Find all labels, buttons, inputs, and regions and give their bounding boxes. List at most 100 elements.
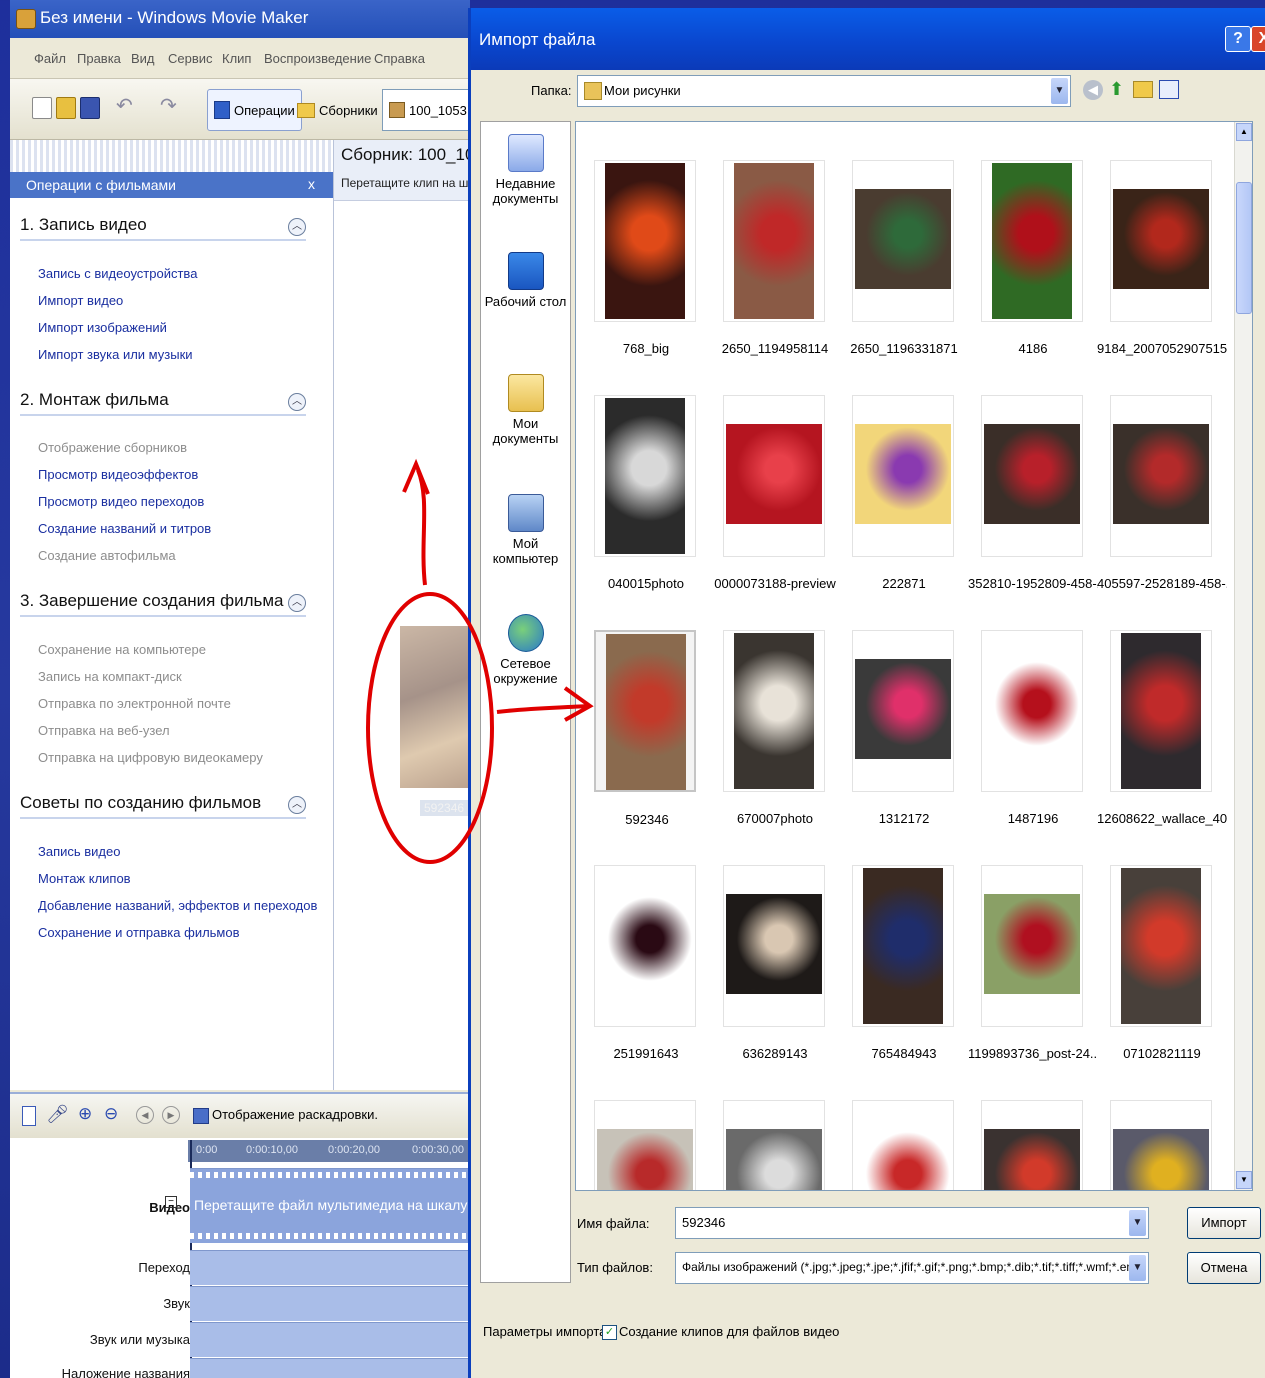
- file-768-big[interactable]: 768_big: [594, 160, 696, 356]
- task-view-transitions[interactable]: Просмотр видео переходов: [38, 494, 204, 509]
- collapse-finish-icon[interactable]: ︿: [288, 594, 306, 612]
- file-636289143[interactable]: 636289143: [723, 865, 825, 1061]
- zoom-in-icon[interactable]: ⊕: [78, 1104, 92, 1124]
- filetype-select[interactable]: Файлы изображений (*.jpg;*.jpeg;*.jpe;*.…: [675, 1252, 1149, 1284]
- task-pane-close-button[interactable]: x: [308, 176, 315, 192]
- file-07102821119[interactable]: 07102821119: [1110, 865, 1212, 1061]
- section-title-finish[interactable]: 3. Завершение создания фильма: [20, 591, 306, 617]
- video-track[interactable]: Перетащите файл мультимедиа на шкалу вр: [190, 1168, 470, 1243]
- file-592346[interactable]: 592346: [594, 630, 696, 827]
- menu-clip[interactable]: Клип: [222, 51, 251, 66]
- storyboard-view-label[interactable]: Отображение раскадровки.: [212, 1107, 378, 1122]
- file-0000073188-preview[interactable]: 0000073188-preview: [714, 395, 836, 591]
- folder-select[interactable]: Мои рисунки ▼: [577, 75, 1071, 107]
- file-040015photo[interactable]: 040015photo: [594, 395, 696, 591]
- file-2650-1196331871[interactable]: 2650_1196331871: [850, 160, 958, 356]
- file-9184[interactable]: 9184_20070529075155: [1097, 160, 1227, 356]
- new-folder-icon[interactable]: [1133, 81, 1153, 98]
- dialog-titlebar[interactable]: Импорт файла ? X: [471, 8, 1265, 70]
- task-import-audio[interactable]: Импорт звука или музыки: [38, 347, 193, 362]
- zoom-out-icon[interactable]: ⊖: [104, 1104, 118, 1124]
- operations-button[interactable]: Операции: [207, 89, 302, 131]
- collection-clip[interactable]: [400, 626, 470, 791]
- file-670007photo[interactable]: 670007photo: [723, 630, 825, 826]
- task-make-titles[interactable]: Создание названий и титров: [38, 521, 211, 536]
- music-track[interactable]: [190, 1322, 470, 1357]
- redo-icon[interactable]: ↷: [160, 93, 178, 117]
- scrollbar-thumb[interactable]: [1236, 182, 1252, 314]
- file-row5-4[interactable]: [981, 1100, 1083, 1190]
- back-icon[interactable]: ◀: [1083, 80, 1103, 100]
- file-row5-2[interactable]: [723, 1100, 825, 1190]
- file-4186[interactable]: 4186: [981, 160, 1083, 356]
- file-765484943[interactable]: 765484943: [852, 865, 954, 1061]
- title-overlay-track[interactable]: [190, 1358, 470, 1378]
- rewind-icon[interactable]: ◀: [136, 1106, 154, 1124]
- place-my-computer[interactable]: Мой компьютер: [481, 494, 570, 566]
- collection-select[interactable]: 100_1053: [382, 89, 470, 131]
- timeline-ruler[interactable]: 0:00 0:00:10,00 0:00:20,00 0:00:30,00: [188, 1140, 470, 1162]
- menu-help[interactable]: Справка: [374, 51, 425, 66]
- movie-maker-titlebar[interactable]: Без имени - Windows Movie Maker: [10, 0, 470, 38]
- file-1487196[interactable]: 1487196: [981, 630, 1083, 826]
- menu-edit[interactable]: Правка: [77, 51, 121, 66]
- transition-track[interactable]: [190, 1250, 470, 1285]
- scroll-down-icon[interactable]: ▼: [1236, 1171, 1252, 1189]
- file-list-scrollbar[interactable]: ▲ ▼: [1234, 122, 1252, 1190]
- task-import-pictures[interactable]: Импорт изображений: [38, 320, 167, 335]
- up-folder-icon[interactable]: ⬆: [1109, 79, 1124, 100]
- collapse-video-track-icon[interactable]: −: [165, 1196, 177, 1208]
- views-menu-icon[interactable]: [1159, 80, 1179, 99]
- file-251991643[interactable]: 251991643: [594, 865, 696, 1061]
- place-network[interactable]: Сетевое окружение: [481, 614, 570, 686]
- tip-capture-video[interactable]: Запись видео: [38, 844, 120, 859]
- create-clips-label[interactable]: Создание клипов для файлов видео: [619, 1324, 839, 1339]
- file-405597[interactable]: 405597-2528189-458-...: [1097, 395, 1227, 591]
- help-button[interactable]: ?: [1225, 26, 1251, 52]
- save-project-icon[interactable]: [80, 97, 100, 119]
- collapse-capture-icon[interactable]: ︿: [288, 218, 306, 236]
- file-row5-3[interactable]: [852, 1100, 954, 1190]
- place-desktop[interactable]: Рабочий стол: [481, 252, 570, 309]
- collapse-tips-icon[interactable]: ︿: [288, 796, 306, 814]
- narrate-mic-icon[interactable]: 🎤︎: [46, 1104, 69, 1125]
- storyboard-toggle-icon[interactable]: [22, 1106, 36, 1126]
- task-capture-from-device[interactable]: Запись с видеоустройства: [38, 266, 197, 281]
- menu-view[interactable]: Вид: [131, 51, 155, 66]
- new-project-icon[interactable]: [32, 97, 52, 119]
- menu-playback[interactable]: Воспроизведение: [264, 51, 371, 66]
- file-12608622[interactable]: 12608622_wallace_40...: [1097, 630, 1227, 826]
- undo-icon[interactable]: ↶: [116, 93, 134, 117]
- filetype-dropdown-icon[interactable]: ▼: [1129, 1255, 1146, 1281]
- menu-file[interactable]: Файл: [34, 51, 66, 66]
- play-timeline-icon[interactable]: ▶: [162, 1106, 180, 1124]
- create-clips-checkbox[interactable]: ✓: [602, 1325, 617, 1340]
- filename-input[interactable]: 592346 ▼: [675, 1207, 1149, 1239]
- file-1312172[interactable]: 1312172: [852, 630, 954, 826]
- scroll-up-icon[interactable]: ▲: [1236, 123, 1252, 141]
- file-222871[interactable]: 222871: [852, 395, 954, 591]
- audio-track[interactable]: [190, 1286, 470, 1321]
- section-title-edit[interactable]: 2. Монтаж фильма: [20, 390, 306, 416]
- menu-tools[interactable]: Сервис: [168, 51, 213, 66]
- collections-button[interactable]: Сборники: [290, 89, 385, 131]
- file-row5-5[interactable]: [1110, 1100, 1212, 1190]
- section-title-tips[interactable]: Советы по созданию фильмов: [20, 793, 306, 819]
- tip-save-send[interactable]: Сохранение и отправка фильмов: [38, 925, 240, 940]
- open-project-icon[interactable]: [56, 97, 76, 119]
- cancel-button[interactable]: Отмена: [1187, 1252, 1261, 1284]
- file-row5-1[interactable]: [594, 1100, 696, 1190]
- tip-add-titles-effects[interactable]: Добавление названий, эффектов и переходо…: [38, 898, 317, 913]
- place-my-documents[interactable]: Мои документы: [481, 374, 570, 446]
- file-1199893736[interactable]: 1199893736_post-24...: [968, 865, 1098, 1061]
- task-import-video[interactable]: Импорт видео: [38, 293, 123, 308]
- section-title-capture[interactable]: 1. Запись видео: [20, 215, 306, 241]
- filename-dropdown-icon[interactable]: ▼: [1129, 1210, 1146, 1236]
- close-button[interactable]: X: [1251, 26, 1265, 52]
- collapse-edit-icon[interactable]: ︿: [288, 393, 306, 411]
- tip-edit-clips[interactable]: Монтаж клипов: [38, 871, 131, 886]
- place-recent[interactable]: Недавние документы: [481, 134, 570, 206]
- folder-dropdown-icon[interactable]: ▼: [1051, 78, 1068, 104]
- task-pane-grip[interactable]: [10, 140, 333, 172]
- file-352810[interactable]: 352810-1952809-458-...: [968, 395, 1098, 591]
